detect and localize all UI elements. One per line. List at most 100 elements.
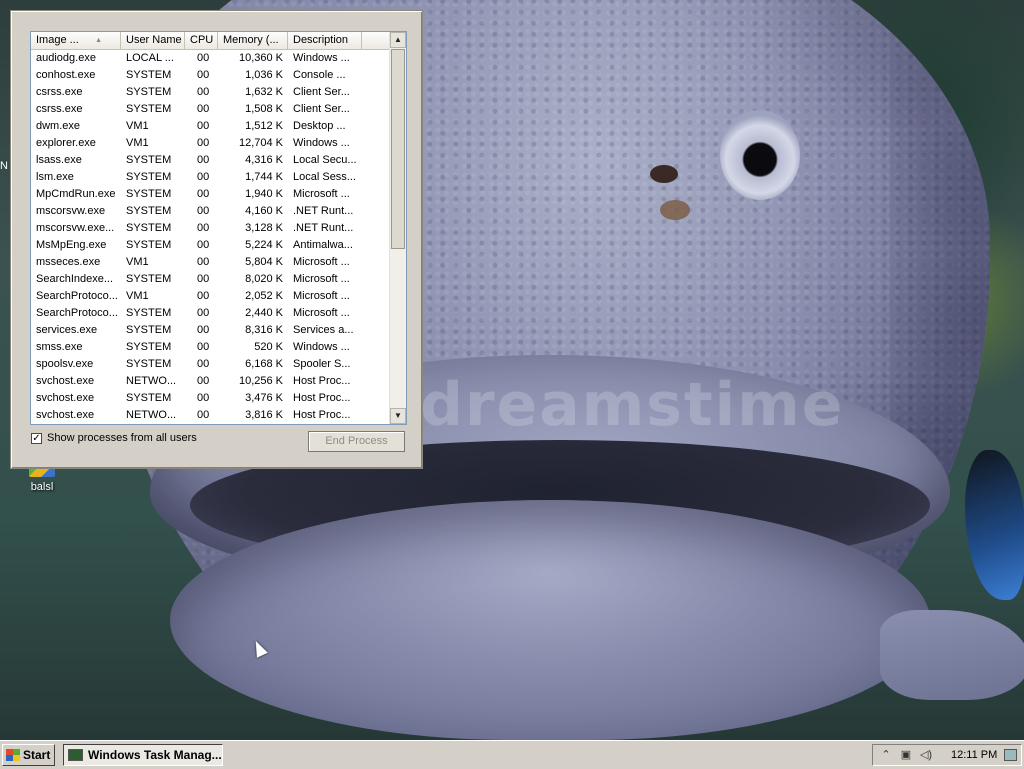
process-memory: 8,020 K	[245, 273, 283, 285]
process-description: Client Ser...	[293, 86, 350, 98]
wallpaper-fin-right	[880, 610, 1024, 700]
table-row[interactable]: csrss.exe SYSTEM 00 1,632 K Client Ser...	[31, 84, 391, 101]
network-icon[interactable]: ▣	[899, 748, 913, 762]
taskbar: Start Windows Task Manag... ⌃ ▣ ◁) 12:11…	[0, 740, 1024, 769]
column-header-image-name[interactable]: Image ... ▲	[31, 32, 121, 49]
end-process-button[interactable]: End Process	[308, 431, 405, 452]
table-row[interactable]: SearchProtoco... VM1 00 2,052 K Microsoft ..…	[31, 288, 391, 305]
process-image-name: SearchProtoco...	[36, 290, 118, 302]
volume-icon[interactable]: ◁)	[919, 748, 933, 762]
column-header-cpu[interactable]: CPU	[185, 32, 218, 49]
column-header-user-name[interactable]: User Name	[121, 32, 185, 49]
process-description: Windows ...	[293, 341, 350, 353]
process-image-name: msseces.exe	[36, 256, 101, 268]
scroll-thumb[interactable]	[391, 49, 405, 249]
process-description: Desktop ...	[293, 120, 346, 132]
table-row[interactable]: audiodg.exe LOCAL ... 00 10,360 K Windows ..…	[31, 50, 391, 67]
table-row[interactable]: SearchIndexe... SYSTEM 00 8,020 K Microsoft …	[31, 271, 391, 288]
process-user-name: SYSTEM	[126, 171, 172, 183]
taskbar-button-task-manager[interactable]: Windows Task Manag...	[63, 744, 223, 766]
column-header-description[interactable]: Description	[288, 32, 362, 49]
process-cpu: 00	[197, 222, 210, 234]
process-cpu: 00	[197, 86, 210, 98]
start-label: Start	[23, 748, 51, 762]
desktop-shortcut-label: balsl	[30, 481, 54, 493]
table-row[interactable]: svchost.exe NETWO... 00 10,256 K Host Proc..…	[31, 373, 391, 390]
table-row[interactable]: lsm.exe SYSTEM 00 1,744 K Local Sess...	[31, 169, 391, 186]
table-row[interactable]: dwm.exe VM1 00 1,512 K Desktop ...	[31, 118, 391, 135]
process-description: Windows ...	[293, 137, 350, 149]
desktop-edge-label: N	[0, 160, 8, 172]
process-memory: 1,508 K	[245, 103, 283, 115]
table-row[interactable]: svchost.exe NETWO... 00 3,816 K Host Proc...	[31, 407, 391, 424]
process-cpu: 00	[197, 188, 210, 200]
checkbox-box[interactable]: ✓	[31, 432, 42, 444]
watermark-text: dreamstime	[420, 370, 845, 440]
process-description: Windows ...	[293, 52, 350, 64]
start-button[interactable]: Start	[2, 744, 55, 766]
table-row[interactable]: services.exe SYSTEM 00 8,316 K Services a...	[31, 322, 391, 339]
process-description: Microsoft ...	[293, 273, 350, 285]
table-row[interactable]: explorer.exe VM1 00 12,704 K Windows ...	[31, 135, 391, 152]
process-cpu: 00	[197, 52, 210, 64]
process-cpu: 00	[197, 256, 210, 268]
process-memory: 3,816 K	[245, 409, 283, 421]
process-image-name: csrss.exe	[36, 86, 83, 98]
process-user-name: LOCAL ...	[126, 52, 174, 64]
show-desktop-icon[interactable]	[1004, 749, 1017, 761]
table-row[interactable]: SearchProtoco... SYSTEM 00 2,440 K Microsoft…	[31, 305, 391, 322]
process-memory: 520 K	[254, 341, 283, 353]
table-row[interactable]: MpCmdRun.exe SYSTEM 00 1,940 K Microsoft ...	[31, 186, 391, 203]
table-row[interactable]: lsass.exe SYSTEM 00 4,316 K Local Secu...	[31, 152, 391, 169]
table-row[interactable]: msseces.exe VM1 00 5,804 K Microsoft ...	[31, 254, 391, 271]
process-user-name: SYSTEM	[126, 69, 172, 81]
scroll-down-button[interactable]: ▼	[390, 408, 406, 424]
process-description: Console ...	[293, 69, 346, 81]
process-image-name: csrss.exe	[36, 103, 83, 115]
chevron-up-icon[interactable]: ⌃	[879, 748, 893, 762]
table-row[interactable]: conhost.exe SYSTEM 00 1,036 K Console ...	[31, 67, 391, 84]
process-memory: 3,128 K	[245, 222, 283, 234]
task-manager-icon	[68, 749, 83, 761]
process-cpu: 00	[197, 358, 210, 370]
vertical-scrollbar[interactable]: ▲ ▼	[389, 32, 406, 424]
process-cpu: 00	[197, 341, 210, 353]
table-row[interactable]: MsMpEng.exe SYSTEM 00 5,224 K Antimalwa...	[31, 237, 391, 254]
scroll-up-button[interactable]: ▲	[390, 32, 406, 48]
process-list[interactable]: Image ... ▲ User Name CPU Memory (... De…	[30, 31, 407, 425]
process-image-name: dwm.exe	[36, 120, 81, 132]
process-description: .NET Runt...	[293, 222, 354, 234]
table-row[interactable]: spoolsv.exe SYSTEM 00 6,168 K Spooler S...	[31, 356, 391, 373]
process-memory: 2,052 K	[245, 290, 283, 302]
process-user-name: VM1	[126, 120, 149, 132]
process-description: Spooler S...	[293, 358, 351, 370]
process-user-name: SYSTEM	[126, 307, 172, 319]
process-user-name: SYSTEM	[126, 222, 172, 234]
process-user-name: SYSTEM	[126, 358, 172, 370]
process-cpu: 00	[197, 273, 210, 285]
table-row[interactable]: mscorsvw.exe SYSTEM 00 4,160 K .NET Runt...	[31, 203, 391, 220]
clock[interactable]: 12:11 PM	[951, 749, 997, 761]
process-cpu: 00	[197, 103, 210, 115]
table-row[interactable]: mscorsvw.exe... SYSTEM 00 3,128 K .NET Runt.…	[31, 220, 391, 237]
process-user-name: SYSTEM	[126, 188, 172, 200]
process-image-name: conhost.exe	[36, 69, 96, 81]
process-memory: 1,940 K	[245, 188, 283, 200]
process-memory: 1,632 K	[245, 86, 283, 98]
process-description: .NET Runt...	[293, 205, 354, 217]
process-image-name: lsass.exe	[36, 154, 82, 166]
process-cpu: 00	[197, 239, 210, 251]
table-row[interactable]: csrss.exe SYSTEM 00 1,508 K Client Ser...	[31, 101, 391, 118]
process-user-name: SYSTEM	[126, 324, 172, 336]
process-image-name: smss.exe	[36, 341, 83, 353]
process-user-name: SYSTEM	[126, 239, 172, 251]
table-row[interactable]: smss.exe SYSTEM 00 520 K Windows ...	[31, 339, 391, 356]
column-header-memory[interactable]: Memory (...	[218, 32, 288, 49]
process-user-name: SYSTEM	[126, 273, 172, 285]
process-memory: 8,316 K	[245, 324, 283, 336]
show-all-users-checkbox[interactable]: ✓ Show processes from all users	[31, 432, 197, 444]
process-memory: 2,440 K	[245, 307, 283, 319]
process-description: Client Ser...	[293, 103, 350, 115]
table-row[interactable]: svchost.exe SYSTEM 00 3,476 K Host Proc...	[31, 390, 391, 407]
show-all-users-label: Show processes from all users	[47, 432, 197, 444]
